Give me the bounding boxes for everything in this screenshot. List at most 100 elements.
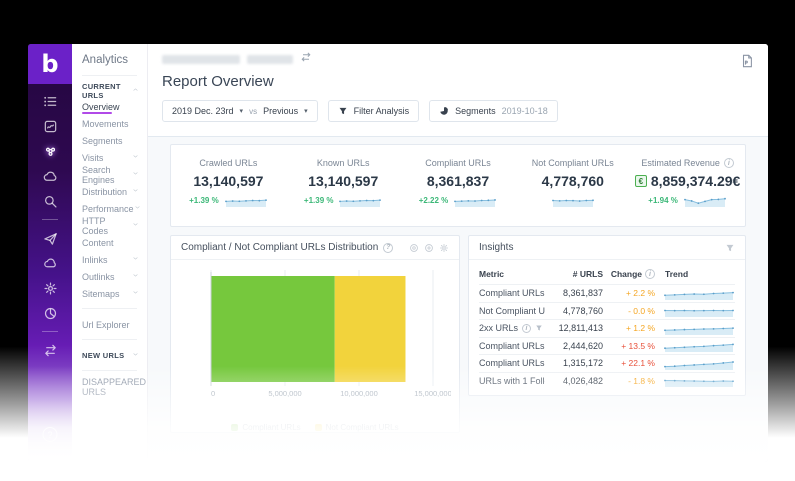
info-icon[interactable]: i [645, 269, 655, 279]
metric-change: + 2.2 % [603, 288, 655, 298]
col-trend: Trend [655, 269, 735, 279]
sidebar-item-outlinks[interactable]: Outlinks [82, 268, 147, 285]
sidebar-item-label: Segments [82, 136, 123, 146]
sidebar-item-search-engines[interactable]: Search Engines [82, 166, 147, 183]
chart-title: Compliant / Not Compliant URLs Distribut… [181, 242, 378, 253]
pie-icon [439, 106, 449, 116]
sidebar-item-sitemaps[interactable]: Sitemaps [82, 285, 147, 302]
chevron-down-icon [132, 289, 139, 298]
sidebar-item-label: Url Explorer [82, 320, 130, 330]
metric-name: Compliant URLs [479, 288, 545, 298]
sidebar-item-disappeared-urls[interactable]: DISAPPEARED URLS [82, 378, 147, 395]
help-icon[interactable]: ? [43, 427, 58, 442]
chevron-down-icon: ▾ [304, 107, 308, 115]
botify-logo[interactable]: b [28, 44, 72, 84]
sidebar-item-label: Distribution [82, 187, 127, 197]
sidebar-item-url-explorer[interactable]: Url Explorer [82, 316, 147, 333]
kpi-change: +2.22 % [419, 196, 449, 205]
sidebar-item-inlinks[interactable]: Inlinks [82, 251, 147, 268]
sidebar-item-distribution[interactable]: Distribution [82, 183, 147, 200]
bar-segment[interactable]: Compliant URLs: 8,361,837 [211, 276, 335, 382]
legend-label: Compliant URLs [242, 423, 300, 432]
insight-row: Compliant URLs 8,361,837 + 2.2 % [479, 284, 735, 302]
stacked-bar-chart: Compliant URLs: 8,361,837Not Compliant U… [171, 260, 459, 432]
kpi-card-crawled-urls: Crawled URLs13,140,597+1.39 % [171, 145, 286, 226]
metric-name: URLs with 1 Follow Inlink [479, 376, 545, 386]
kpi-change: +1.39 % [304, 196, 334, 205]
list-icon[interactable] [41, 92, 59, 110]
kpi-change: +1.39 % [189, 196, 219, 205]
export-pdf-icon[interactable] [740, 54, 754, 73]
chevron-down-icon [132, 153, 139, 162]
sidebar-item-segments[interactable]: Segments [82, 132, 147, 149]
chevron-down-icon [132, 272, 139, 281]
sidebar-item-label: Sitemaps [82, 289, 120, 299]
chevron-down-icon [132, 187, 139, 196]
sidebar-item-visits[interactable]: Visits [82, 149, 147, 166]
info-icon[interactable]: i [522, 324, 531, 333]
sparkline [663, 357, 735, 370]
legend-item[interactable]: Compliant URLs [231, 423, 300, 432]
info-icon[interactable]: ? [383, 243, 393, 253]
date-dropdown[interactable]: 2019 Dec. 23rd [172, 106, 234, 116]
svg-text:5,000,000: 5,000,000 [268, 389, 301, 398]
sparkline [663, 339, 735, 352]
breadcrumb-project-blurred[interactable] [162, 55, 240, 64]
info-icon[interactable]: i [724, 158, 734, 168]
date-comparison-selector[interactable]: 2019 Dec. 23rd ▾ vs Previous ▾ [162, 100, 318, 122]
sidebar-item-performance[interactable]: Performance [82, 200, 147, 217]
legend-swatch [231, 424, 238, 431]
kpi-label: Compliant URLs [425, 158, 491, 168]
segments-button[interactable]: Segments 2019-10-18 [429, 100, 558, 122]
analysis-brain-icon[interactable] [41, 142, 59, 160]
compare-arrows-icon[interactable] [300, 50, 312, 68]
sidebar-item-movements[interactable]: Movements [82, 115, 147, 132]
sidebar-item-http-codes[interactable]: HTTP Codes [82, 217, 147, 234]
sidebar-item-label: Inlinks [82, 255, 108, 265]
sidebar: Analytics CURRENT URLSOverviewMovementsS… [72, 44, 148, 462]
svg-text:0: 0 [211, 389, 215, 398]
gear-icon[interactable] [41, 279, 59, 297]
col-change: Change i [603, 269, 655, 279]
revenue-badge-icon: € [635, 175, 647, 187]
bar-segment[interactable]: Not Compliant URLs: 4,778,760 [335, 276, 406, 382]
data-icon[interactable] [424, 243, 434, 253]
sparkline [551, 194, 595, 207]
sidebar-item-label: DISAPPEARED URLS [82, 377, 146, 397]
legend-label: Not Compliant URLs [326, 423, 399, 432]
funnel-icon [338, 106, 348, 116]
breadcrumb-analysis-blurred[interactable] [247, 55, 293, 64]
send-icon[interactable] [41, 229, 59, 247]
filter-analysis-button[interactable]: Filter Analysis [328, 100, 420, 122]
kpi-panel: Crawled URLs13,140,597+1.39 % Known URLs… [170, 144, 746, 227]
sidebar-item-label: Performance [82, 204, 134, 214]
chevron-down-icon: ▾ [240, 107, 244, 115]
insights-panel: Insights Metric # URLS Change iTrend Com… [468, 235, 746, 396]
metric-change: + 1.2 % [603, 323, 655, 333]
insight-row: Not Compliant URLs 4,778,760 - 0.0 % [479, 302, 735, 320]
swap-icon[interactable] [41, 341, 59, 359]
platform-cloud-icon[interactable] [41, 254, 59, 272]
sidebar-item-content[interactable]: Content [82, 234, 147, 251]
insights-filter-icon[interactable] [725, 243, 735, 253]
sidebar-section-current-urls[interactable]: CURRENT URLS [82, 83, 147, 98]
insight-row: Compliant URLs with Bad H1 2,444,620 + 1… [479, 337, 735, 355]
segments-date: 2019-10-18 [502, 106, 548, 116]
crawler-icon[interactable] [41, 117, 59, 135]
sparkline [663, 374, 735, 387]
sidebar-item-label: Search Engines [82, 165, 132, 185]
cloud-icon[interactable] [41, 167, 59, 185]
sparkline [663, 287, 735, 300]
compare-dropdown[interactable]: Previous [263, 106, 298, 116]
kpi-card-not-compliant-urls: Not Compliant URLs4,778,760 [515, 145, 630, 226]
settings-icon[interactable] [439, 243, 449, 253]
filter-funnel-icon[interactable] [535, 324, 543, 332]
sidebar-item-new-urls[interactable]: NEW URLS [82, 347, 147, 364]
search-icon[interactable] [41, 192, 59, 210]
reports-clock-icon[interactable] [41, 304, 59, 322]
sidebar-item-overview[interactable]: Overview [82, 98, 147, 115]
snapshot-icon[interactable] [409, 243, 419, 253]
main-area: Report Overview 2019 Dec. 23rd ▾ vs Prev… [148, 44, 768, 462]
legend-item[interactable]: Not Compliant URLs [315, 423, 399, 432]
filter-analysis-label: Filter Analysis [354, 106, 410, 116]
